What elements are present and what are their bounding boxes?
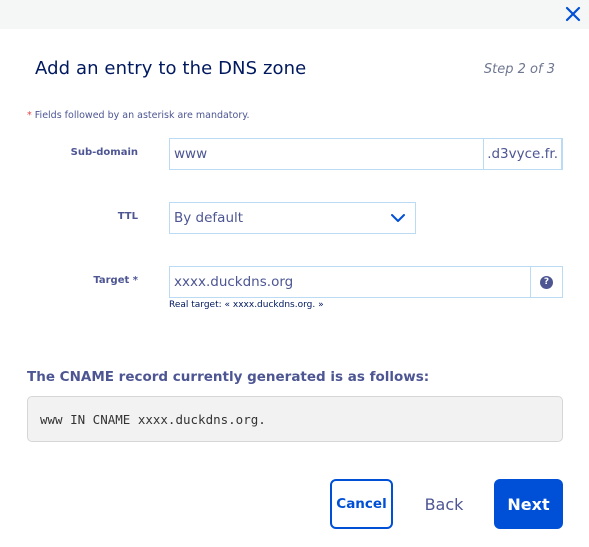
mandatory-star: *: [27, 110, 32, 121]
real-target-hint: Real target: « xxxx.duckdns.org. »: [169, 300, 324, 310]
next-button[interactable]: Next: [494, 479, 563, 529]
ttl-label: TTL: [117, 211, 138, 222]
back-button[interactable]: Back: [412, 479, 476, 529]
dialog-title: Add an entry to the DNS zone: [35, 58, 307, 79]
help-icon: ?: [540, 275, 553, 289]
target-help-button[interactable]: ?: [530, 266, 563, 298]
chevron-down-icon: [391, 214, 405, 222]
step-indicator: Step 2 of 3: [483, 62, 555, 77]
domain-suffix: .d3vyce.fr.: [483, 138, 562, 170]
close-icon[interactable]: [563, 4, 583, 24]
mandatory-text: Fields followed by an asterisk are manda…: [34, 110, 250, 121]
dialog-header-bar: [0, 0, 589, 29]
mandatory-note: * Fields followed by an asterisk are man…: [27, 110, 250, 121]
subdomain-value: www: [174, 146, 208, 162]
target-input[interactable]: xxxx.duckdns.org: [169, 266, 531, 298]
cname-record-box: www IN CNAME xxxx.duckdns.org.: [27, 396, 563, 442]
subdomain-input[interactable]: www .d3vyce.fr.: [169, 138, 563, 170]
cname-record: www IN CNAME xxxx.duckdns.org.: [40, 411, 266, 427]
target-value: xxxx.duckdns.org: [174, 274, 294, 290]
subdomain-label: Sub-domain: [70, 147, 138, 158]
ttl-select[interactable]: By default: [169, 202, 416, 234]
cancel-button[interactable]: Cancel: [330, 479, 393, 529]
cname-heading: The CNAME record currently generated is …: [27, 369, 430, 385]
ttl-value: By default: [174, 210, 244, 226]
target-label: Target *: [93, 275, 138, 286]
